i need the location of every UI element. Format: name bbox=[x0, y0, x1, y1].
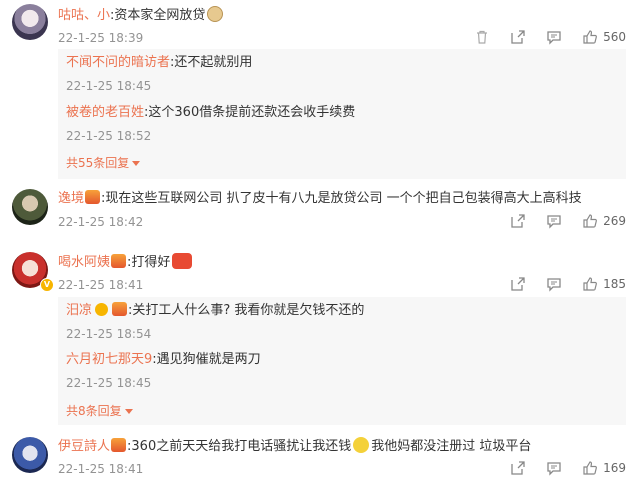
commenter-name[interactable]: 伊豆詩人 bbox=[58, 439, 110, 454]
red-envelope-emoji-icon bbox=[172, 253, 193, 269]
comment-time: 22-1-25 18:39 bbox=[58, 31, 144, 45]
comment-text-row: 伊豆詩人 :360之前天天给我打电话骚扰让我还钱 我他妈都没注册过 垃圾平台 bbox=[58, 437, 531, 456]
verified-badge-icon bbox=[95, 303, 109, 316]
comment-text-row: 喝水阿姨 :打得好 bbox=[58, 253, 194, 272]
dog-emoji-icon bbox=[207, 6, 224, 22]
share-icon[interactable] bbox=[510, 460, 526, 476]
avatar[interactable] bbox=[12, 4, 48, 40]
reply-text-row: 不闻不问的暗访者:还不起就别用 bbox=[66, 54, 252, 72]
comment-icon[interactable] bbox=[546, 213, 562, 229]
like-count: 169 bbox=[603, 461, 626, 475]
like-count: 269 bbox=[603, 214, 626, 228]
like-count: 560 bbox=[603, 30, 626, 44]
comment-time: 22-1-25 18:41 bbox=[58, 462, 144, 476]
share-icon[interactable] bbox=[510, 29, 526, 45]
comment-text: :360之前天天给我打电话骚扰让我还钱 bbox=[127, 439, 352, 454]
reply-time: 22-1-25 18:52 bbox=[66, 129, 152, 143]
reply-text-row: 六月初七那天9:遇见狗催就是两刀 bbox=[66, 351, 261, 369]
commenter-name[interactable]: 逸境 bbox=[58, 191, 84, 206]
reply-name[interactable]: 被卷的老百姓 bbox=[66, 105, 144, 120]
reply-name[interactable]: 六月初七那天9 bbox=[66, 352, 152, 367]
thumbs-up-icon[interactable] bbox=[582, 276, 598, 292]
comment-actions: 185 bbox=[490, 275, 626, 293]
commenter-name[interactable]: 喝水阿姨 bbox=[58, 255, 110, 270]
reply-text: :这个360借条提前还款还会收手续费 bbox=[144, 105, 356, 120]
reply-time: 22-1-25 18:45 bbox=[66, 79, 152, 93]
more-replies-link[interactable]: 共55条回复 bbox=[66, 155, 141, 171]
caret-down-icon bbox=[132, 161, 141, 166]
vip-badge-icon bbox=[112, 302, 128, 316]
vip-badge-icon bbox=[111, 254, 127, 268]
more-replies-label: 共55条回复 bbox=[66, 156, 130, 170]
comment-icon[interactable] bbox=[546, 460, 562, 476]
comment-text: :现在这些互联网公司 扒了皮十有八九是放贷公司 一个个把自己包装得高大上高科技 bbox=[101, 191, 582, 206]
comment-icon[interactable] bbox=[546, 29, 562, 45]
reply-name[interactable]: 汨凉 bbox=[66, 303, 92, 318]
comment-actions: 169 bbox=[490, 459, 626, 477]
avatar[interactable] bbox=[12, 189, 48, 225]
comment-actions: 560 bbox=[454, 28, 626, 46]
reply-time: 22-1-25 18:54 bbox=[66, 327, 152, 341]
comment-icon[interactable] bbox=[546, 276, 562, 292]
commenter-name[interactable]: 咕咕、小 bbox=[58, 8, 110, 23]
reply-text: :遇见狗催就是两刀 bbox=[152, 352, 261, 367]
reply-text-row: 汨凉 :关打工人什么事? 我看你就是欠钱不还的 bbox=[66, 302, 364, 320]
comment-text-row: 咕咕、小:资本家全网放贷 bbox=[58, 6, 225, 25]
sly-smile-emoji-icon bbox=[353, 437, 370, 453]
thumbs-up-icon[interactable] bbox=[582, 460, 598, 476]
reply-time: 22-1-25 18:45 bbox=[66, 376, 152, 390]
like-count: 185 bbox=[603, 277, 626, 291]
comment-text: :资本家全网放贷 bbox=[110, 8, 206, 23]
more-replies-label: 共8条回复 bbox=[66, 404, 122, 418]
more-replies-link[interactable]: 共8条回复 bbox=[66, 403, 133, 419]
comment-time: 22-1-25 18:42 bbox=[58, 215, 144, 229]
vip-badge-icon bbox=[85, 190, 101, 204]
reply-text: :还不起就别用 bbox=[170, 55, 253, 70]
trash-icon[interactable] bbox=[474, 29, 490, 45]
comment-time: 22-1-25 18:41 bbox=[58, 278, 144, 292]
comment-text-continued: 我他妈都没注册过 垃圾平台 bbox=[371, 439, 532, 454]
caret-down-icon bbox=[124, 409, 133, 414]
comment-actions: 269 bbox=[490, 212, 626, 230]
share-icon[interactable] bbox=[510, 276, 526, 292]
reply-text-row: 被卷的老百姓:这个360借条提前还款还会收手续费 bbox=[66, 104, 355, 122]
thumbs-up-icon[interactable] bbox=[582, 213, 598, 229]
thumbs-up-icon[interactable] bbox=[582, 29, 598, 45]
avatar[interactable] bbox=[12, 437, 48, 473]
verified-badge-icon: V bbox=[40, 278, 54, 292]
comment-text: :打得好 bbox=[127, 255, 171, 270]
vip-badge-icon bbox=[111, 438, 127, 452]
reply-text: :关打工人什么事? 我看你就是欠钱不还的 bbox=[128, 303, 365, 318]
comment-text-row: 逸境 :现在这些互联网公司 扒了皮十有八九是放贷公司 一个个把自己包装得高大上高科… bbox=[58, 190, 582, 208]
share-icon[interactable] bbox=[510, 213, 526, 229]
reply-name[interactable]: 不闻不问的暗访者 bbox=[66, 55, 170, 70]
